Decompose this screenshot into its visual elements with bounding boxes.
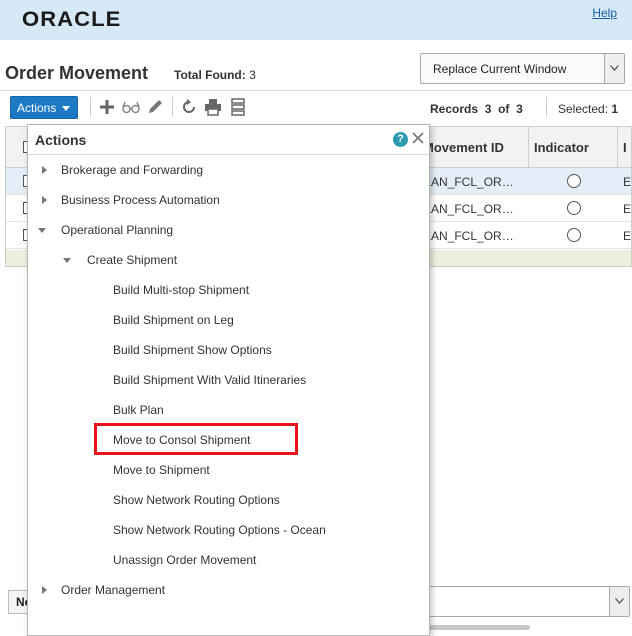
expand-icon[interactable] <box>42 196 47 204</box>
top-header-bar: ORACLE Help <box>0 0 632 40</box>
total-found-value: 3 <box>249 68 256 82</box>
expand-icon[interactable] <box>42 586 47 594</box>
caret-down-icon <box>62 106 70 111</box>
plus-icon[interactable] <box>98 98 116 116</box>
bottom-select[interactable] <box>420 586 630 617</box>
extra-cell: E <box>623 229 632 243</box>
extra-cell: E <box>623 202 632 216</box>
records-info: Records 3 of 3 <box>430 102 523 116</box>
extra-cell: E <box>623 175 632 189</box>
indicator-radio[interactable] <box>567 228 581 242</box>
popup-title: Actions <box>35 132 87 148</box>
pencil-icon[interactable] <box>146 98 164 116</box>
action-build-shipment-show-options[interactable]: Build Shipment Show Options <box>113 343 272 357</box>
page-title: Order Movement <box>5 63 149 83</box>
action-show-network-routing-options[interactable]: Show Network Routing Options <box>113 493 280 507</box>
column-header-movement-id[interactable]: Movement ID <box>423 140 504 155</box>
indicator-radio[interactable] <box>567 174 581 188</box>
tree-item-order-management[interactable]: Order Management <box>61 583 165 597</box>
records-total: 3 <box>516 102 523 116</box>
column-header-extra[interactable]: I <box>623 140 627 155</box>
movement-id-cell: EAN_FCL_OR… <box>423 175 514 189</box>
chevron-down-icon[interactable] <box>609 587 629 616</box>
expand-icon[interactable] <box>42 166 47 174</box>
highlight-box <box>94 423 298 455</box>
action-bulk-plan[interactable]: Bulk Plan <box>113 403 164 417</box>
selected-value: 1 <box>611 102 619 116</box>
movement-id-cell: EAN_FCL_OR… <box>423 202 514 216</box>
records-of: of <box>498 102 510 116</box>
indicator-radio[interactable] <box>567 201 581 215</box>
action-build-shipment-with-valid-itineraries[interactable]: Build Shipment With Valid Itineraries <box>113 373 306 387</box>
divider <box>0 90 632 91</box>
records-from: 3 <box>484 102 492 116</box>
selected-info: Selected: 1 <box>558 102 618 116</box>
tree-item-operational-planning[interactable]: Operational Planning <box>61 223 173 237</box>
toolbar-separator <box>172 97 173 117</box>
action-build-multi-stop-shipment[interactable]: Build Multi-stop Shipment <box>113 283 249 297</box>
actions-button-label: Actions <box>17 101 57 115</box>
column-header-indicator[interactable]: Indicator <box>534 140 589 155</box>
movement-id-cell: EAN_FCL_OR… <box>423 229 514 243</box>
list-icon[interactable] <box>229 98 247 116</box>
chevron-down-icon[interactable] <box>604 54 624 83</box>
divider <box>28 154 429 155</box>
close-icon[interactable] <box>411 131 425 145</box>
refresh-icon[interactable] <box>180 98 198 116</box>
help-link[interactable]: Help <box>592 6 617 20</box>
tree-item-create-shipment[interactable]: Create Shipment <box>87 253 177 267</box>
oracle-logo: ORACLE <box>22 8 122 31</box>
toolbar-separator <box>90 97 91 117</box>
column-divider <box>528 127 529 168</box>
total-found-label: Total Found: <box>174 68 246 82</box>
action-build-shipment-on-leg[interactable]: Build Shipment on Leg <box>113 313 234 327</box>
window-mode-value: Replace Current Window <box>433 62 567 76</box>
actions-popup: Actions ? Brokerage and Forwarding Busin… <box>27 124 430 636</box>
window-mode-select[interactable]: Replace Current Window <box>420 53 625 84</box>
collapse-icon[interactable] <box>38 228 46 233</box>
column-divider <box>617 127 618 168</box>
help-icon[interactable]: ? <box>393 132 408 147</box>
tree-item-brokerage-and-forwarding[interactable]: Brokerage and Forwarding <box>61 163 203 177</box>
action-move-to-shipment[interactable]: Move to Shipment <box>113 463 210 477</box>
toolbar-separator <box>546 97 547 117</box>
action-unassign-order-movement[interactable]: Unassign Order Movement <box>113 553 256 567</box>
selected-label: Selected: <box>558 102 609 116</box>
action-show-network-routing-options-ocean[interactable]: Show Network Routing Options - Ocean <box>113 523 326 537</box>
collapse-icon[interactable] <box>63 258 71 263</box>
tree-item-business-process-automation[interactable]: Business Process Automation <box>61 193 220 207</box>
actions-button[interactable]: Actions <box>10 96 78 119</box>
glasses-icon[interactable] <box>122 98 140 116</box>
print-icon[interactable] <box>204 98 222 116</box>
records-label: Records <box>430 102 479 116</box>
total-found: Total Found: 3 <box>174 68 256 82</box>
